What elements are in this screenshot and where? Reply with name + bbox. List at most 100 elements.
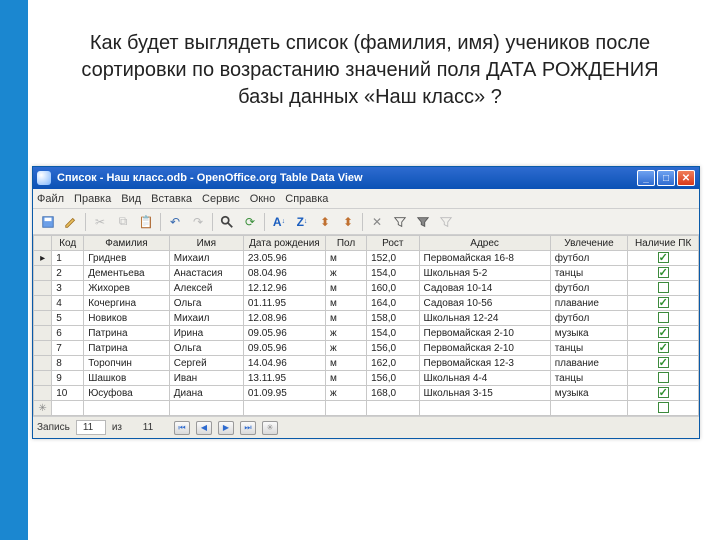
- minimize-button[interactable]: _: [637, 170, 655, 186]
- row-marker[interactable]: [34, 386, 52, 401]
- col-kod[interactable]: Код: [52, 236, 84, 251]
- cell-uvl[interactable]: музыка: [550, 386, 628, 401]
- status-current[interactable]: 11: [76, 420, 106, 435]
- cell-nam[interactable]: Михаил: [169, 251, 243, 266]
- nav-last-icon[interactable]: ⏭: [240, 421, 256, 435]
- cell-uvl[interactable]: музыка: [550, 326, 628, 341]
- cell-pk[interactable]: [628, 281, 699, 296]
- cell-dat[interactable]: 01.11.95: [243, 296, 325, 311]
- close-button[interactable]: ✕: [677, 170, 695, 186]
- col-nam[interactable]: Имя: [169, 236, 243, 251]
- col-dat[interactable]: Дата рождения: [243, 236, 325, 251]
- paste-icon[interactable]: 📋: [137, 213, 155, 231]
- table-row[interactable]: ▸1ГридневМихаил23.05.96м152,0Первомайска…: [34, 251, 699, 266]
- edit-icon[interactable]: [62, 213, 80, 231]
- cell-adr[interactable]: Школьная 5-2: [419, 266, 550, 281]
- row-marker[interactable]: [34, 296, 52, 311]
- cell-nam[interactable]: Ольга: [169, 296, 243, 311]
- cell-nam[interactable]: Сергей: [169, 356, 243, 371]
- cell-pol[interactable]: ж: [326, 266, 367, 281]
- autofilter-icon[interactable]: ✕: [368, 213, 386, 231]
- cell-pol[interactable]: ж: [326, 326, 367, 341]
- cell-pol[interactable]: ж: [326, 386, 367, 401]
- table-row[interactable]: 4КочергинаОльга01.11.95м164,0Садовая 10-…: [34, 296, 699, 311]
- cell-pk[interactable]: [628, 251, 699, 266]
- cell-dat[interactable]: 12.08.96: [243, 311, 325, 326]
- checkbox-icon[interactable]: [658, 372, 669, 383]
- save-icon[interactable]: [39, 213, 57, 231]
- cell-uvl[interactable]: футбол: [550, 311, 628, 326]
- cell-rost[interactable]: 154,0: [367, 266, 419, 281]
- cell-uvl[interactable]: танцы: [550, 341, 628, 356]
- col-adr[interactable]: Адрес: [419, 236, 550, 251]
- checkbox-icon[interactable]: [658, 402, 669, 413]
- table-row[interactable]: 9ШашковИван13.11.95м156,0Школьная 4-4тан…: [34, 371, 699, 386]
- cell-rost[interactable]: 164,0: [367, 296, 419, 311]
- cell-kod[interactable]: 5: [52, 311, 84, 326]
- cell-fam[interactable]: Шашков: [84, 371, 170, 386]
- table-row-new[interactable]: ✳: [34, 401, 699, 416]
- row-marker[interactable]: ▸: [34, 251, 52, 266]
- cell-adr[interactable]: Первомайская 2-10: [419, 341, 550, 356]
- cell-pk[interactable]: [628, 326, 699, 341]
- cell-dat[interactable]: 13.11.95: [243, 371, 325, 386]
- cell-kod[interactable]: 4: [52, 296, 84, 311]
- col-pk[interactable]: Наличие ПК: [628, 236, 699, 251]
- sort-desc-icon[interactable]: Z↓: [293, 213, 311, 231]
- row-marker[interactable]: [34, 371, 52, 386]
- nav-first-icon[interactable]: ⏮: [174, 421, 190, 435]
- cell-pk[interactable]: [628, 371, 699, 386]
- cell-fam[interactable]: Юсуфова: [84, 386, 170, 401]
- cell-rost[interactable]: 158,0: [367, 311, 419, 326]
- cell-nam[interactable]: Анастасия: [169, 266, 243, 281]
- cell-pk[interactable]: [628, 296, 699, 311]
- redo-icon[interactable]: ↷: [189, 213, 207, 231]
- col-uvl[interactable]: Увлечение: [550, 236, 628, 251]
- cell-rost[interactable]: 152,0: [367, 251, 419, 266]
- cell-nam[interactable]: Иван: [169, 371, 243, 386]
- sort-icon[interactable]: ⬍: [316, 213, 334, 231]
- cell-rost[interactable]: 156,0: [367, 371, 419, 386]
- undo-icon[interactable]: ↶: [166, 213, 184, 231]
- cell-kod[interactable]: 8: [52, 356, 84, 371]
- cell-fam[interactable]: Жихорев: [84, 281, 170, 296]
- cell-rost[interactable]: 168,0: [367, 386, 419, 401]
- cell-pol[interactable]: м: [326, 281, 367, 296]
- sort-config-icon[interactable]: ⬍: [339, 213, 357, 231]
- cell-uvl[interactable]: футбол: [550, 281, 628, 296]
- cell-fam[interactable]: Торопчин: [84, 356, 170, 371]
- table-row[interactable]: 6ПатринаИрина09.05.96ж154,0Первомайская …: [34, 326, 699, 341]
- cell-kod[interactable]: 10: [52, 386, 84, 401]
- menu-tools[interactable]: Сервис: [202, 193, 240, 205]
- row-marker[interactable]: [34, 341, 52, 356]
- checkbox-icon[interactable]: [658, 297, 669, 308]
- filter-default-icon[interactable]: [414, 213, 432, 231]
- menu-insert[interactable]: Вставка: [151, 193, 192, 205]
- filter-icon[interactable]: [391, 213, 409, 231]
- cell-rost[interactable]: 160,0: [367, 281, 419, 296]
- cell-rost[interactable]: 156,0: [367, 341, 419, 356]
- cut-icon[interactable]: ✂: [91, 213, 109, 231]
- row-marker[interactable]: [34, 311, 52, 326]
- maximize-button[interactable]: □: [657, 170, 675, 186]
- cell-fam[interactable]: Новиков: [84, 311, 170, 326]
- cell-adr[interactable]: Садовая 10-14: [419, 281, 550, 296]
- cell-pol[interactable]: м: [326, 251, 367, 266]
- cell-pol[interactable]: м: [326, 296, 367, 311]
- refresh-icon[interactable]: ⟳: [241, 213, 259, 231]
- cell-kod[interactable]: 1: [52, 251, 84, 266]
- table-row[interactable]: 8ТоропчинСергей14.04.96м162,0Первомайска…: [34, 356, 699, 371]
- cell-pol[interactable]: ж: [326, 341, 367, 356]
- checkbox-icon[interactable]: [658, 342, 669, 353]
- row-marker[interactable]: [34, 356, 52, 371]
- cell-uvl[interactable]: танцы: [550, 266, 628, 281]
- cell-pol[interactable]: м: [326, 311, 367, 326]
- cell-pol[interactable]: м: [326, 371, 367, 386]
- row-marker[interactable]: [34, 266, 52, 281]
- cell-adr[interactable]: Школьная 3-15: [419, 386, 550, 401]
- row-header-corner[interactable]: [34, 236, 52, 251]
- cell-pk[interactable]: [628, 386, 699, 401]
- col-rost[interactable]: Рост: [367, 236, 419, 251]
- checkbox-icon[interactable]: [658, 267, 669, 278]
- cell-fam[interactable]: Патрина: [84, 341, 170, 356]
